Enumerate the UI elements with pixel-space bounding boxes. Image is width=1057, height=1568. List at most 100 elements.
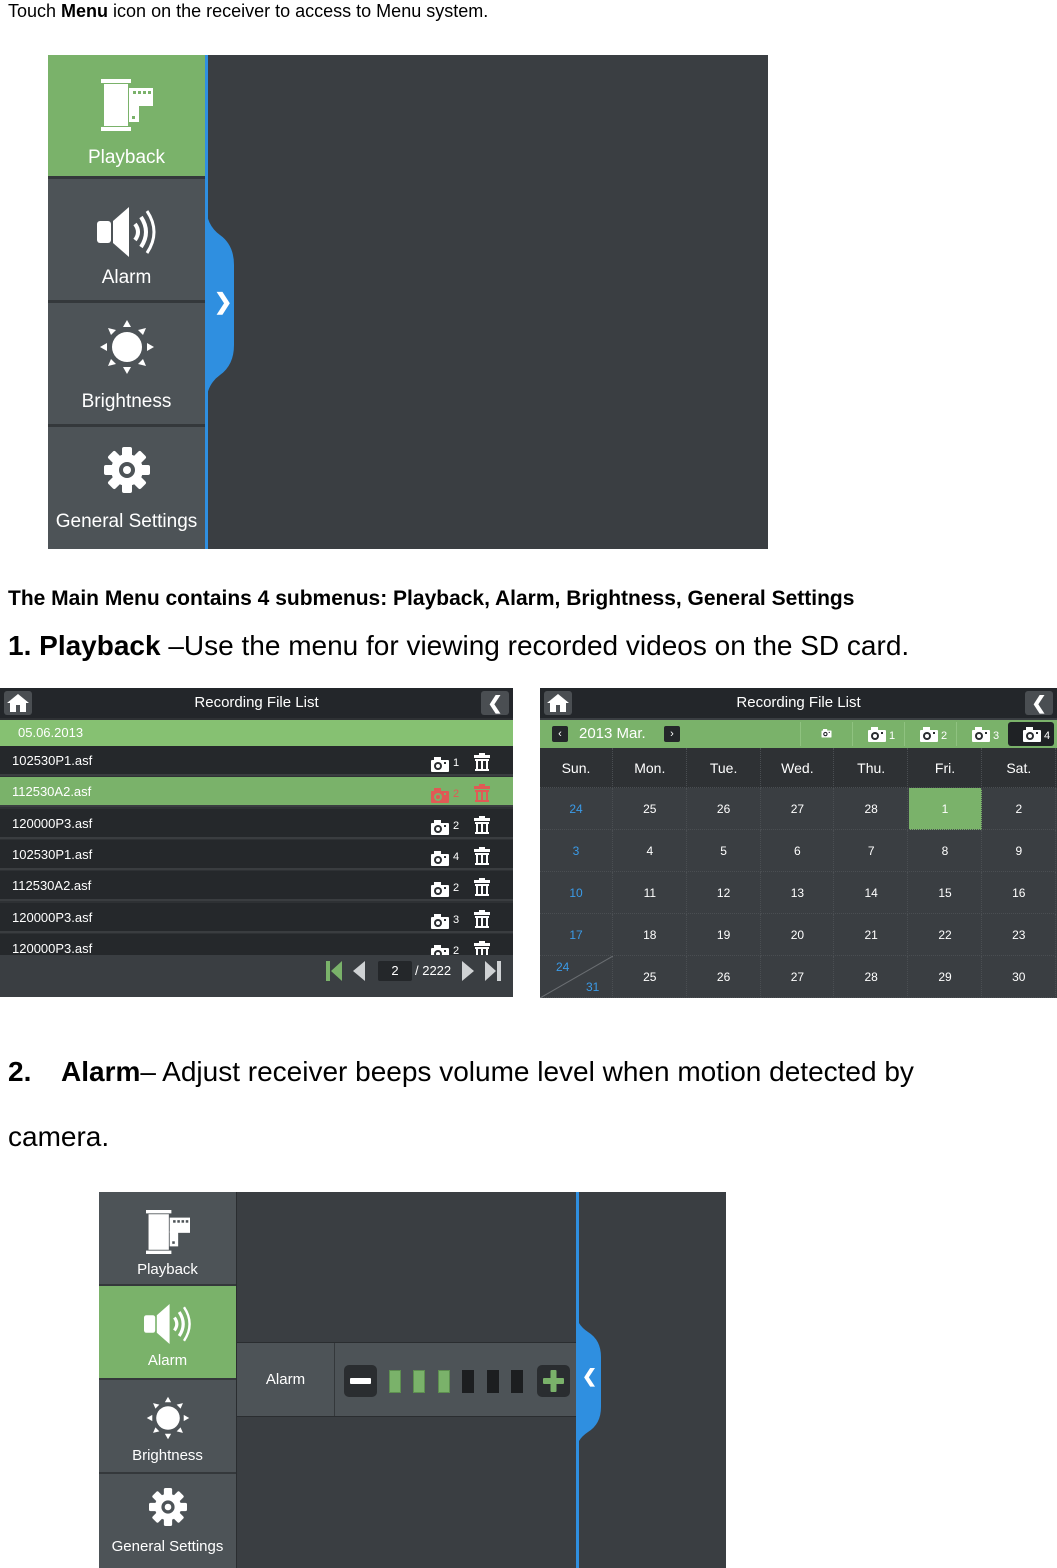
weekday-header: Sun. Mon. Tue. Wed. Thu. Fri. Sat. <box>540 748 1057 788</box>
calendar-day[interactable]: 21 <box>835 914 909 956</box>
section-text: –Use the menu for viewing recorded video… <box>160 630 910 661</box>
calendar-day[interactable]: 4 <box>613 830 687 872</box>
file-name: 120000P3.asf <box>12 815 93 831</box>
camera-tab-number: 3 <box>993 730 1000 742</box>
calendar-day[interactable]: 15 <box>909 872 982 914</box>
screen-title: Recording File List <box>194 694 319 711</box>
menu-item-general-settings[interactable]: General Settings <box>99 1474 236 1568</box>
menu-item-general-settings[interactable]: General Settings <box>48 427 205 549</box>
split-cell-divider <box>540 956 613 998</box>
menu-item-brightness[interactable]: Brightness <box>99 1380 236 1474</box>
calendar-day[interactable]: 25 <box>613 956 687 998</box>
collapse-menu-tab[interactable]: ❮ <box>576 1312 604 1452</box>
trash-icon <box>474 878 490 897</box>
calendar-day[interactable]: 10 <box>540 872 613 914</box>
camera-icon <box>868 727 886 742</box>
calendar-day[interactable]: 27 <box>761 956 835 998</box>
calendar-day[interactable]: 8 <box>909 830 982 872</box>
calendar-day[interactable]: 1 <box>909 788 982 830</box>
alarm-menu-sidebar: Playback Alarm Brightness General Settin… <box>99 1192 236 1568</box>
menu-item-label: General Settings <box>111 1538 224 1555</box>
calendar-day[interactable]: 26 <box>687 788 761 830</box>
calendar-day[interactable]: 7 <box>835 830 909 872</box>
camera-tab-2[interactable]: 2 <box>904 722 957 746</box>
first-page-icon[interactable] <box>326 961 342 981</box>
volume-decrease-button[interactable] <box>344 1365 377 1397</box>
plus-icon <box>543 1370 564 1392</box>
film-icon <box>145 1210 190 1254</box>
file-row[interactable]: 102530P1.asf 1 <box>0 746 513 776</box>
home-button[interactable] <box>544 691 572 715</box>
next-month-button[interactable]: › <box>664 726 680 742</box>
section-number: 2. <box>8 1056 32 1087</box>
volume-increase-button[interactable] <box>537 1365 570 1397</box>
last-page-icon[interactable] <box>485 961 501 981</box>
menu-item-label: General Settings <box>55 511 198 532</box>
calendar-day[interactable]: 20 <box>761 914 835 956</box>
menu-item-alarm[interactable]: Alarm <box>99 1286 236 1380</box>
home-icon <box>7 694 29 712</box>
home-icon <box>547 694 569 712</box>
calendar-day[interactable]: 6 <box>761 830 835 872</box>
calendar-day[interactable]: 12 <box>687 872 761 914</box>
menu-item-playback[interactable]: Playback <box>99 1192 236 1286</box>
file-name: 120000P3.asf <box>12 909 93 925</box>
calendar-day[interactable]: 24 31 <box>540 956 613 998</box>
main-menu-screenshot: Playback Alarm Brightness General Settin… <box>48 55 768 549</box>
camera-icon <box>431 850 449 866</box>
calendar-day[interactable]: 17 <box>540 914 613 956</box>
title-bar: Recording File List ❮ <box>0 688 513 718</box>
home-button[interactable] <box>4 691 32 715</box>
next-page-icon[interactable] <box>462 961 474 981</box>
speaker-icon <box>96 207 155 257</box>
calendar-day[interactable]: 11 <box>613 872 687 914</box>
camera-icon <box>431 819 449 835</box>
file-name: 112530A2.asf <box>12 784 92 800</box>
file-row[interactable]: 112530A2.asf 2 <box>0 871 513 902</box>
calendar-day[interactable]: 30 <box>982 956 1056 998</box>
file-row[interactable]: 120000P3.asf 2 <box>0 808 513 839</box>
film-icon <box>100 79 153 131</box>
calendar-day[interactable]: 18 <box>613 914 687 956</box>
menu-item-brightness[interactable]: Brightness <box>48 303 205 427</box>
file-row[interactable]: 112530A2.asf 2 <box>0 777 513 808</box>
camera-icon <box>431 757 449 772</box>
calendar-toolbar: ‹ 2013 Mar. › 1 2 3 4 <box>540 720 1057 748</box>
calendar-day[interactable]: 3 <box>540 830 613 872</box>
camera-tab-4[interactable]: 4 <box>1008 722 1054 746</box>
calendar-day[interactable]: 27 <box>761 788 835 830</box>
prev-page-icon[interactable] <box>353 961 365 981</box>
calendar-day[interactable]: 9 <box>982 830 1056 872</box>
calendar-day[interactable]: 25 <box>613 788 687 830</box>
camera-tab-1[interactable]: 1 <box>852 722 905 746</box>
calendar-day[interactable]: 24 <box>540 788 613 830</box>
trash-icon <box>474 846 490 865</box>
calendar-day[interactable]: 29 <box>909 956 982 998</box>
calendar-day[interactable]: 16 <box>982 872 1056 914</box>
calendar-day[interactable]: 2 <box>982 788 1056 830</box>
file-row[interactable]: 102530P1.asf 4 <box>0 839 513 870</box>
file-name: 102530P1.asf <box>12 846 93 862</box>
calendar-day[interactable]: 28 <box>835 788 909 830</box>
calendar-day[interactable]: 14 <box>835 872 909 914</box>
page-number-input[interactable]: 2 <box>378 961 412 981</box>
calendar-day[interactable]: 5 <box>687 830 761 872</box>
menu-item-label: Alarm <box>101 267 152 288</box>
calendar-day[interactable]: 19 <box>687 914 761 956</box>
expand-menu-tab[interactable]: ❯ <box>206 205 236 405</box>
prev-month-button[interactable]: ‹ <box>552 726 568 742</box>
file-row[interactable]: 120000P3.asf 3 <box>0 902 513 933</box>
back-button[interactable]: ❮ <box>1025 691 1053 715</box>
camera-icon <box>920 727 938 742</box>
calendar-day[interactable]: 23 <box>982 914 1056 956</box>
menu-item-alarm[interactable]: Alarm <box>48 179 205 303</box>
calendar-day[interactable]: 28 <box>835 956 909 998</box>
alarm-menu-screenshot: Playback Alarm Brightness General Settin… <box>99 1192 726 1568</box>
back-button[interactable]: ❮ <box>481 691 509 715</box>
calendar-day[interactable]: 13 <box>761 872 835 914</box>
calendar-day[interactable]: 26 <box>687 956 761 998</box>
menu-item-playback[interactable]: Playback <box>48 55 205 179</box>
calendar-day[interactable]: 22 <box>909 914 982 956</box>
camera-tab-all[interactable] <box>800 722 853 746</box>
camera-tab-3[interactable]: 3 <box>956 722 1009 746</box>
